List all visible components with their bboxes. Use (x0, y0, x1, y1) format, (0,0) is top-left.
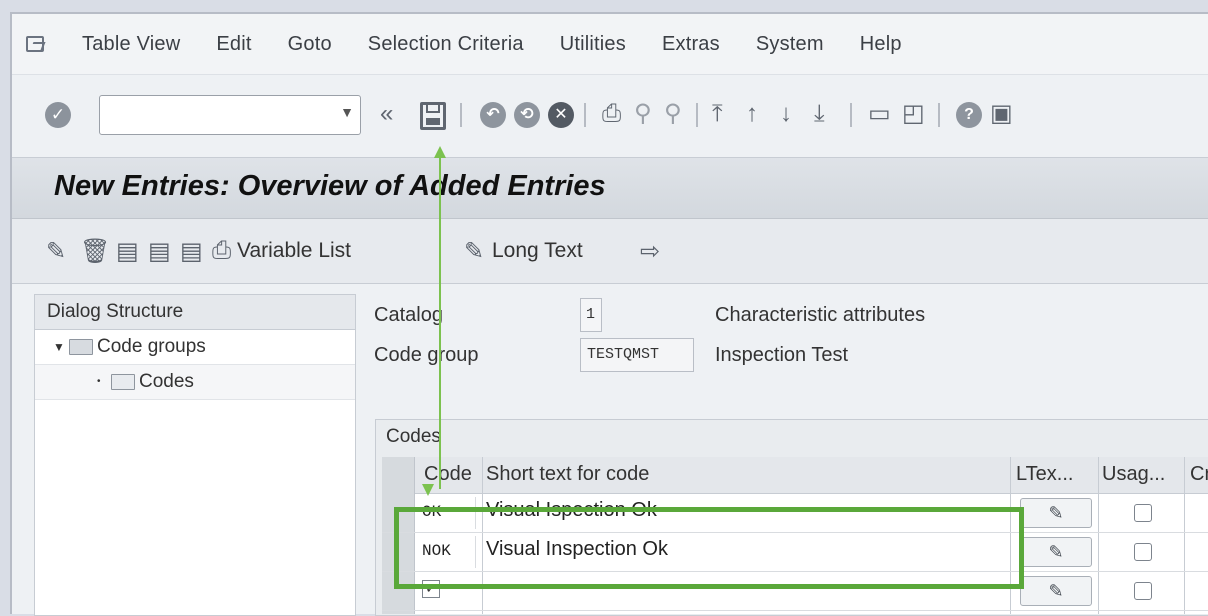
last-page-icon[interactable]: ⤓ (814, 99, 825, 129)
chevron-down-icon[interactable]: ▼ (340, 104, 354, 120)
tree-item-label: Code groups (97, 336, 206, 357)
delete-icon[interactable]: 🗑 (80, 237, 110, 266)
short-text-cell[interactable]: Visual Inspection Ok (486, 538, 668, 561)
column-header-short-text[interactable]: Short text for code (486, 463, 649, 486)
toolbar-separator (584, 103, 586, 127)
table-header: Code Short text for code LTex... Usag...… (382, 457, 1208, 494)
long-text-edit-icon[interactable]: ✎ (1020, 537, 1092, 567)
more-icon[interactable]: ⇨ (640, 237, 660, 266)
menu-bar: Table View Edit Goto Selection Criteria … (12, 14, 1208, 75)
code-cell[interactable]: OK (418, 497, 476, 529)
tree-item-label: Codes (139, 371, 194, 392)
menu-table-view[interactable]: Table View (82, 33, 180, 56)
long-text-edit-icon[interactable]: ✎ (1020, 498, 1092, 528)
customize-layout-icon[interactable]: ▣ (990, 99, 1013, 129)
enter-check-icon[interactable]: ✓ (45, 102, 71, 128)
column-header-code[interactable]: Code (424, 463, 472, 486)
tree-item-code-groups[interactable]: ▼ Code groups (35, 330, 355, 365)
column-header-cr[interactable]: Cr (1190, 463, 1208, 486)
codes-table: Code Short text for code LTex... Usag...… (382, 457, 1208, 614)
dialog-structure-pane: Dialog Structure ▼ Code groups • Codes (34, 294, 356, 616)
bullet-icon: • (97, 376, 101, 387)
toolbar-separator (850, 103, 852, 127)
menu-goto[interactable]: Goto (288, 33, 332, 56)
menu-edit[interactable]: Edit (216, 33, 251, 56)
annotation-arrow-head-up (434, 146, 446, 158)
exit-icon[interactable]: ⟲ (514, 102, 540, 128)
column-header-long-text[interactable]: LTex... (1016, 463, 1073, 486)
catalog-label: Catalog (374, 304, 443, 326)
catalog-field[interactable]: 1 (580, 298, 602, 332)
long-text-button[interactable]: Long Text (492, 239, 583, 263)
next-page-icon[interactable]: ↓ (780, 99, 792, 129)
row-checkbox-icon[interactable]: ✓ (422, 580, 440, 598)
code-cell[interactable]: NOK (418, 536, 476, 568)
help-icon[interactable]: ? (956, 102, 982, 128)
table-row[interactable]: ✓ ✎ (382, 572, 1208, 611)
open-folder-icon (111, 374, 135, 390)
usage-checkbox[interactable] (1134, 543, 1152, 561)
title-bar: New Entries: Overview of Added Entries (12, 158, 1208, 219)
code-group-field[interactable]: TESTQMST (580, 338, 694, 372)
command-input[interactable] (106, 98, 330, 134)
variable-list-icon[interactable]: ⎙ (212, 237, 231, 265)
back-nav-icon[interactable]: ↶ (480, 102, 506, 128)
page-title: New Entries: Overview of Added Entries (54, 170, 606, 202)
catalog-description: Characteristic attributes (715, 304, 926, 326)
toolbar-separator (460, 103, 462, 127)
menu-extras[interactable]: Extras (662, 33, 720, 56)
usage-checkbox[interactable] (1134, 504, 1152, 522)
variable-list-button[interactable]: Variable List (237, 239, 351, 263)
shortcut-icon[interactable]: ◰ (902, 99, 925, 129)
menu-selection-criteria[interactable]: Selection Criteria (368, 33, 524, 56)
select-block-icon[interactable]: ▤ (148, 237, 171, 266)
short-text-cell[interactable]: Visual Ispection Ok (486, 499, 657, 522)
cancel-icon[interactable]: ✕ (548, 102, 574, 128)
menu-system[interactable]: System (756, 33, 824, 56)
expand-caret-icon[interactable]: ▼ (53, 330, 65, 364)
table-row[interactable]: OK Visual Ispection Ok ✎ (382, 494, 1208, 533)
menu-export-icon[interactable] (26, 36, 44, 52)
select-all-icon[interactable]: ▤ (116, 237, 139, 266)
print-icon[interactable]: ⎙ (602, 99, 621, 129)
back-icon[interactable]: « (380, 99, 393, 129)
menu-utilities[interactable]: Utilities (560, 33, 626, 56)
tree-item-codes[interactable]: • Codes (35, 365, 355, 400)
toolbar-separator (696, 103, 698, 127)
long-text-edit-icon[interactable]: ✎ (1020, 576, 1092, 606)
find-icon[interactable]: ⚲ (634, 99, 652, 129)
table-row[interactable]: NOK Visual Inspection Ok ✎ (382, 533, 1208, 572)
code-group-label: Code group (374, 344, 479, 366)
find-next-icon[interactable]: ⚲ (664, 99, 682, 129)
usage-checkbox[interactable] (1134, 582, 1152, 600)
create-session-icon[interactable]: ▭ (868, 99, 891, 129)
standard-toolbar: ✓ ▼ « ↶ ⟲ ✕ ⎙ ⚲ ⚲ ⤒ ↑ ↓ ⤓ ▭ ◰ ? ▣ (12, 75, 1208, 158)
annotation-arrow-head-down (422, 484, 434, 496)
deselect-all-icon[interactable]: ▤ (180, 237, 203, 266)
command-field[interactable]: ▼ (99, 95, 361, 135)
first-page-icon[interactable]: ⤒ (712, 99, 723, 129)
toolbar-separator (938, 103, 940, 127)
previous-page-icon[interactable]: ↑ (746, 99, 758, 129)
display-change-icon[interactable]: ✎ (46, 237, 66, 266)
save-icon[interactable] (420, 102, 446, 130)
menu-help[interactable]: Help (860, 33, 902, 56)
dialog-structure-header: Dialog Structure (35, 295, 355, 330)
column-header-usage[interactable]: Usag... (1102, 463, 1165, 486)
application-toolbar: ✎ 🗑 ▤ ▤ ▤ ⎙ Variable List ✎ Long Text ⇨ (12, 219, 1208, 284)
folder-icon (69, 339, 93, 355)
annotation-arrow (439, 154, 441, 489)
codes-panel-title: Codes (386, 426, 441, 447)
sap-window: Table View Edit Goto Selection Criteria … (10, 12, 1208, 616)
long-text-icon[interactable]: ✎ (464, 237, 484, 266)
code-group-description: Inspection Test (715, 344, 849, 366)
